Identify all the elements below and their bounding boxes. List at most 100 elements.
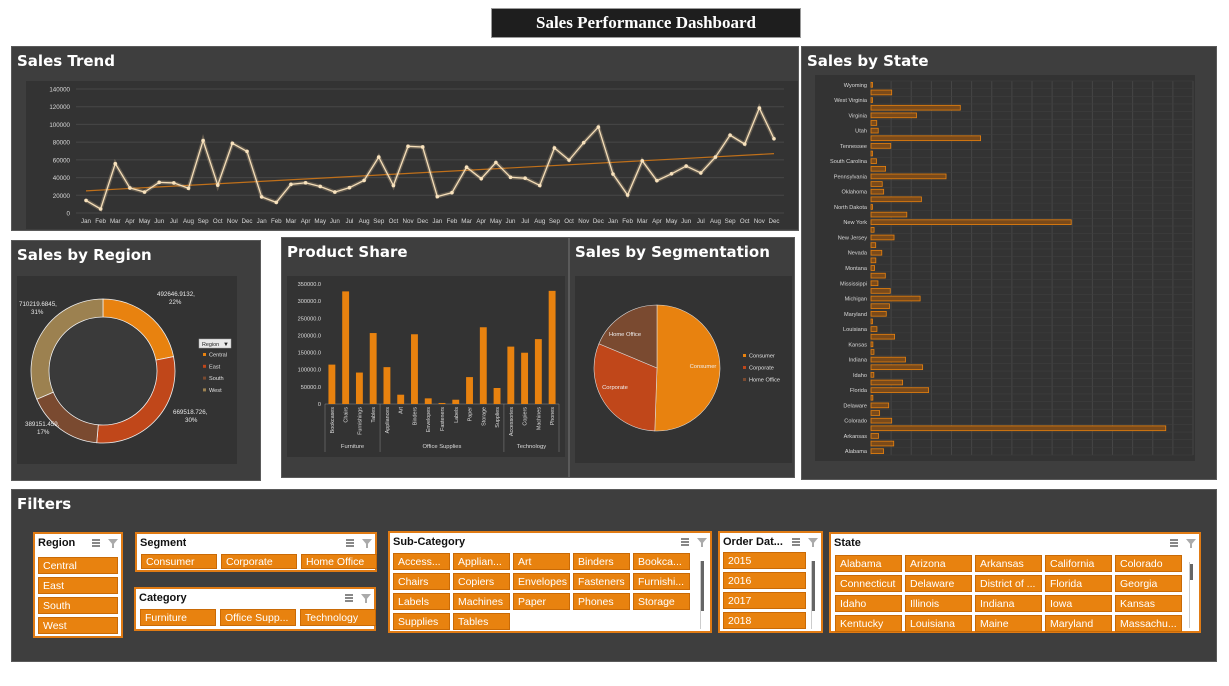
slicer-item[interactable]: Central	[38, 557, 118, 574]
product-bar	[452, 399, 460, 404]
x-tick-label: Jun	[681, 218, 692, 225]
slicer-item[interactable]: Applian...	[453, 553, 510, 570]
slicer-item[interactable]: Idaho	[835, 595, 902, 612]
slicer-item[interactable]: Copiers	[453, 573, 510, 590]
x-tick-label: May	[666, 218, 679, 225]
slicer-item[interactable]: 2015	[723, 552, 806, 569]
slicer-item[interactable]: 2018	[723, 612, 806, 629]
slicer-item[interactable]: Maryland	[1045, 615, 1112, 632]
slicer-item[interactable]: Tables	[453, 613, 510, 630]
slicer-item[interactable]: Louisiana	[905, 615, 972, 632]
multi-select-icon[interactable]	[681, 537, 691, 547]
trend-point	[581, 140, 586, 145]
trend-point	[450, 190, 454, 195]
slicer-item[interactable]: Envelopes	[513, 573, 570, 590]
slicer-item[interactable]: District of ...	[975, 575, 1042, 592]
category-label: Furnishings	[357, 407, 363, 435]
product-share-panel: Product Share 0 50000.0 100000.0 150000.0 20…	[281, 237, 569, 478]
state-scrollbar[interactable]	[1189, 562, 1193, 628]
slicer-item[interactable]: West	[38, 617, 118, 634]
slicer-item[interactable]: Corporate	[221, 554, 297, 569]
clear-filter-icon[interactable]	[362, 538, 372, 548]
slicer-item[interactable]: Storage	[633, 593, 690, 610]
x-tick-label: May	[490, 218, 503, 225]
slicer-item[interactable]: California	[1045, 555, 1112, 572]
slicer-item[interactable]: Maine	[975, 615, 1042, 632]
slicer-item[interactable]: Georgia	[1115, 575, 1182, 592]
slicer-item[interactable]: Furnishi...	[633, 573, 690, 590]
slicer-item[interactable]: Consumer	[141, 554, 217, 569]
trend-point	[333, 190, 337, 194]
trend-point	[728, 133, 732, 137]
slicer-item[interactable]: Arkansas	[975, 555, 1042, 572]
category-label: Supplies	[495, 407, 501, 428]
slicer-item[interactable]: Chairs	[393, 573, 450, 590]
slicer-item[interactable]: Supplies	[393, 613, 450, 630]
state-label: Montana	[845, 266, 868, 272]
slicer-item[interactable]: Delaware	[905, 575, 972, 592]
slicer-item[interactable]: South	[38, 597, 118, 614]
trend-point	[742, 142, 747, 146]
slicer-item[interactable]: Kentucky	[835, 615, 902, 632]
slicer-item[interactable]: Office Supp...	[220, 609, 296, 626]
slicer-item[interactable]: Massachu...	[1115, 615, 1182, 632]
state-bar	[870, 448, 884, 454]
slicer-item[interactable]: Machines	[453, 593, 510, 610]
clear-filter-icon[interactable]	[361, 593, 371, 603]
slicer-item[interactable]: Iowa	[1045, 595, 1112, 612]
slicer-item[interactable]: Indiana	[975, 595, 1042, 612]
category-label: Appliances	[385, 407, 391, 434]
multi-select-icon[interactable]	[346, 538, 356, 548]
x-tick-label: Feb	[95, 218, 106, 225]
product-bar	[383, 367, 391, 404]
slicer-item[interactable]: Art	[513, 553, 570, 570]
trend-point	[201, 138, 205, 143]
order-date-scrollbar[interactable]	[811, 561, 815, 629]
slicer-item[interactable]: Kansas	[1115, 595, 1182, 612]
slicer-item[interactable]: Alabama	[835, 555, 902, 572]
slicer-item[interactable]: Florida	[1045, 575, 1112, 592]
slicer-item[interactable]: Technology	[300, 609, 376, 626]
region-data-label: 22%	[169, 299, 182, 306]
slicer-item[interactable]: Access...	[393, 553, 450, 570]
slicer-item[interactable]: Fasteners	[573, 573, 630, 590]
trend-point	[98, 207, 103, 211]
slicer-item[interactable]: Labels	[393, 593, 450, 610]
state-label: Kansas	[848, 342, 867, 348]
slicer-item[interactable]: Bookca...	[633, 553, 690, 570]
slicer-item[interactable]: Phones	[573, 593, 630, 610]
slicer-item[interactable]: Binders	[573, 553, 630, 570]
sub-category-scrollbar[interactable]	[700, 561, 704, 629]
sales-by-region-panel: Sales by Region 492646.9132, 22% 669518.72…	[11, 240, 261, 481]
multi-select-icon[interactable]	[1170, 538, 1180, 548]
slicer-item[interactable]: Paper	[513, 593, 570, 610]
clear-filter-icon[interactable]	[1186, 538, 1196, 548]
trend-point	[142, 190, 147, 194]
trend-point	[464, 165, 469, 169]
filters-title: Filters	[17, 495, 72, 513]
slicer-item[interactable]: Arizona	[905, 555, 972, 572]
slicer-item[interactable]: Home Office	[301, 554, 377, 569]
clear-filter-icon[interactable]	[808, 537, 818, 547]
trend-line	[85, 106, 775, 210]
slicer-item[interactable]: Furniture	[140, 609, 216, 626]
slicer-item[interactable]: 2017	[723, 592, 806, 609]
slicer-item[interactable]: Illinois	[905, 595, 972, 612]
slicer-item[interactable]: 2016	[723, 572, 806, 589]
slicer-item[interactable]: East	[38, 577, 118, 594]
y-tick-label: 60000	[53, 157, 71, 164]
slicer-item[interactable]: Connecticut	[835, 575, 902, 592]
legend-entry: South	[209, 376, 224, 382]
y-tick-label: 150000.0	[298, 351, 321, 357]
clear-filter-icon[interactable]	[108, 538, 118, 548]
slicer-item[interactable]: Colorado	[1115, 555, 1182, 572]
clear-filter-icon[interactable]	[697, 537, 707, 547]
trend-point	[713, 155, 718, 159]
multi-select-icon[interactable]	[345, 593, 355, 603]
state-bar	[870, 364, 924, 371]
multi-select-icon[interactable]	[792, 537, 802, 547]
category-label: Envelopes	[426, 407, 432, 432]
trend-point	[245, 149, 249, 154]
x-tick-label: Feb	[622, 218, 633, 225]
multi-select-icon[interactable]	[92, 538, 102, 548]
